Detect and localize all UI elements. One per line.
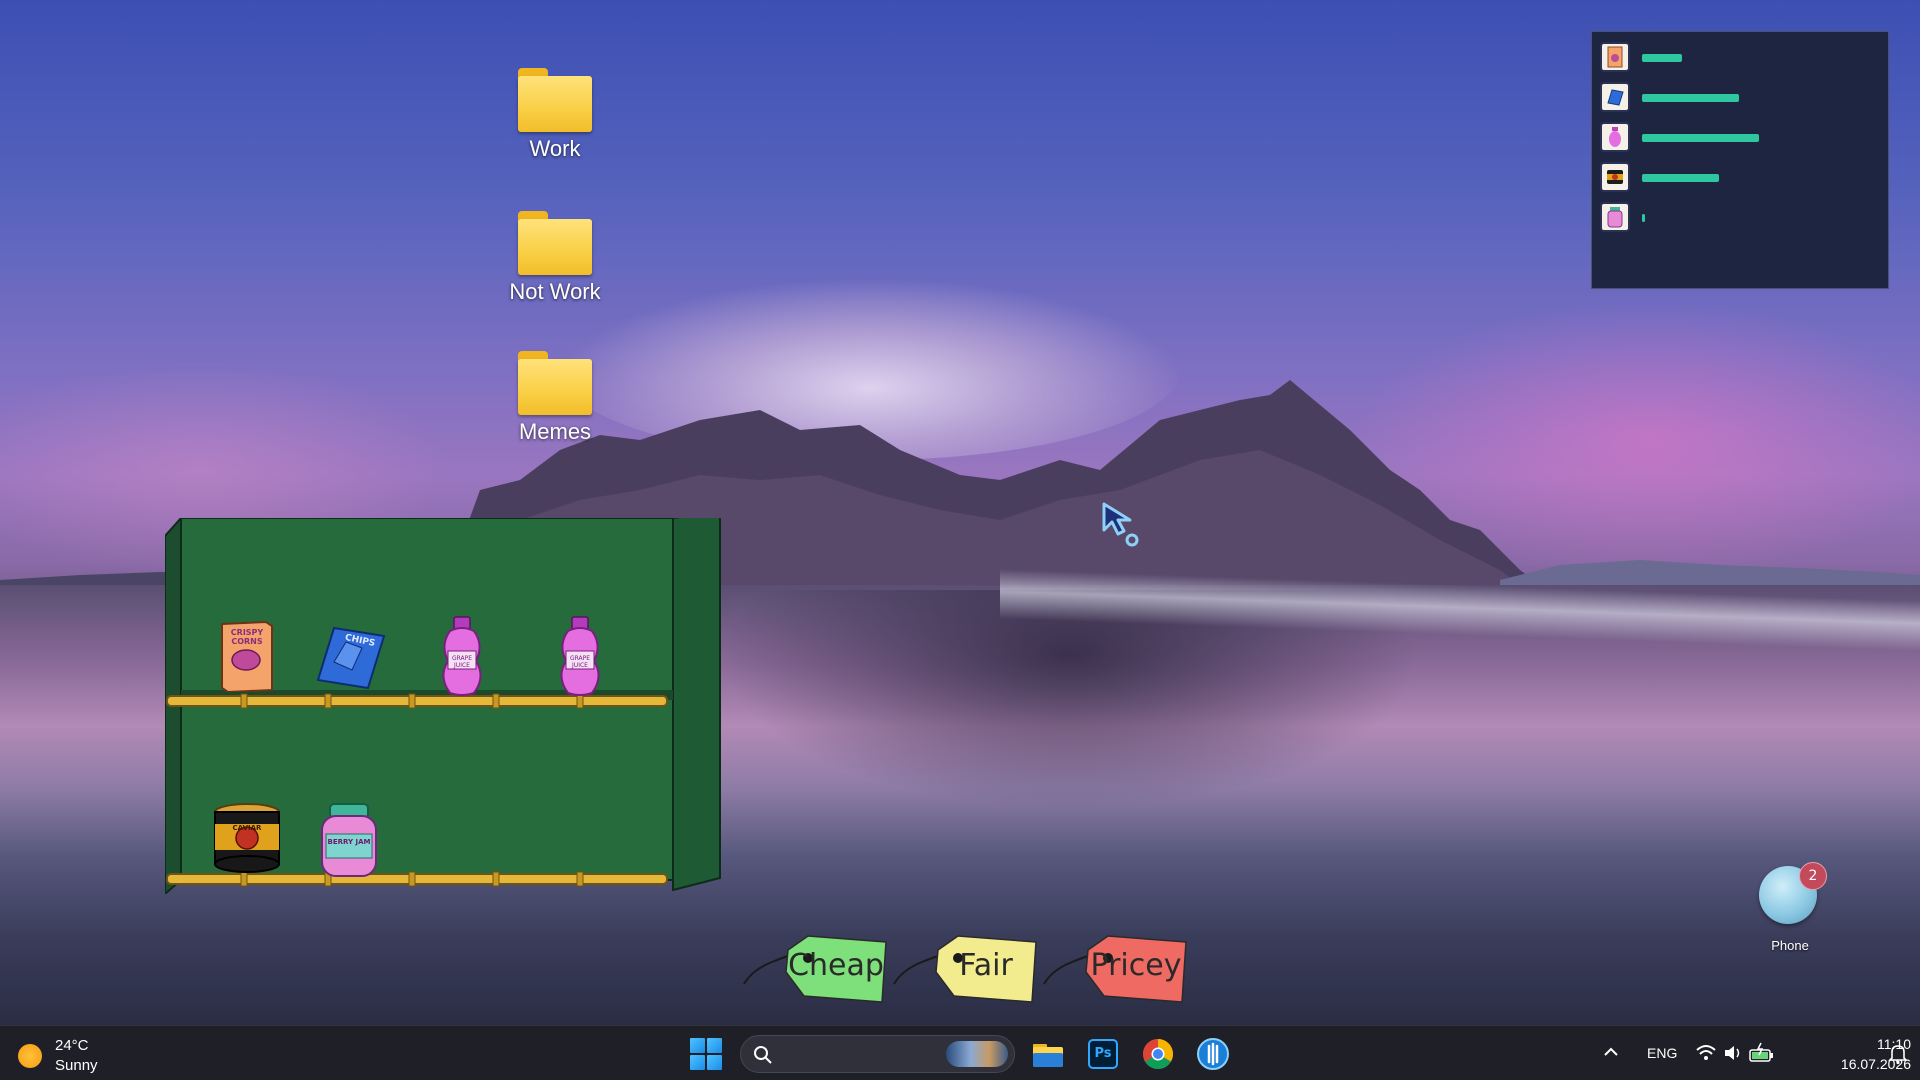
shelf-item-chips[interactable]: CHIPS (312, 622, 388, 692)
price-tag-pricey[interactable]: Pricey (1042, 930, 1192, 1010)
search-highlight-image (946, 1041, 1008, 1067)
product-label: GRAPE JUICE (451, 655, 473, 669)
app-icon[interactable] (1195, 1036, 1231, 1072)
search-box[interactable] (740, 1035, 1015, 1073)
shelf-item-cereal[interactable]: CRISPY CORNS (218, 620, 276, 694)
wifi-icon[interactable] (1695, 1043, 1717, 1063)
price-tag-fair[interactable]: Fair (892, 930, 1042, 1010)
canned-food-icon (1600, 162, 1630, 192)
desktop-icon-label: Work (529, 136, 581, 161)
language-indicator[interactable]: ENG (1647, 1045, 1677, 1061)
phone-button[interactable]: 2 Phone (1755, 862, 1827, 954)
stat-row-can (1600, 162, 1880, 196)
shelf-item-soda-2[interactable]: GRAPE JUICE (556, 615, 604, 697)
stock-bar (1642, 134, 1759, 142)
battery-icon[interactable] (1749, 1042, 1775, 1064)
desktop-folder-work[interactable]: Work (495, 68, 615, 162)
stock-level-panel (1591, 31, 1889, 289)
folder-icon (518, 68, 592, 132)
shelf-item-jam[interactable]: BERRY JAM (318, 802, 380, 880)
folder-icon (518, 351, 592, 415)
chips-bag-icon (316, 626, 386, 690)
stat-row-jam (1600, 202, 1880, 236)
product-label: BERRY JAM (327, 838, 371, 846)
stock-bar (1642, 214, 1645, 222)
chips-bag-icon (1600, 82, 1630, 112)
stock-bar (1642, 94, 1739, 102)
desktop-icon-label: Memes (518, 419, 592, 444)
notification-bell-icon[interactable] (1888, 1043, 1908, 1065)
desktop-icon-label: Not Work (509, 279, 601, 304)
desktop: Work Not Work Memes CRISPY CORNS CHIPS G… (0, 0, 1920, 1080)
price-tag-cheap[interactable]: Cheap (742, 930, 892, 1010)
stat-row-soda (1600, 122, 1880, 156)
soda-bottle-icon (1600, 122, 1630, 152)
sun-icon (18, 1044, 42, 1068)
chevron-up-icon[interactable] (1603, 1044, 1619, 1060)
cereal-box-icon (1600, 42, 1630, 72)
product-label: CRISPY CORNS (230, 628, 264, 646)
taskbar: 24°C Sunny Ps ENG 11:10 16.07.2026 (0, 1025, 1920, 1080)
product-label: GRAPE JUICE (569, 655, 591, 669)
phone-label: Phone (1771, 938, 1809, 953)
search-icon (754, 1046, 772, 1064)
stock-bar (1642, 54, 1682, 62)
hand-cursor-icon (1102, 502, 1139, 547)
system-tray: ENG 11:10 16.07.2026 (1595, 1026, 1920, 1080)
start-button[interactable] (690, 1038, 722, 1070)
weather-widget[interactable]: 24°C Sunny (18, 1036, 138, 1076)
shelf-item-can[interactable]: CAVIAR (212, 802, 282, 874)
stat-row-cereal (1600, 42, 1880, 76)
jam-jar-icon (1600, 202, 1630, 232)
stock-bar (1642, 174, 1719, 182)
product-label: CAVIAR (232, 824, 262, 832)
photoshop-icon[interactable]: Ps (1085, 1036, 1121, 1072)
weather-temperature: 24°C (55, 1037, 89, 1054)
chrome-icon[interactable] (1140, 1036, 1176, 1072)
canned-food-icon (214, 803, 280, 873)
shelf-item-soda-1[interactable]: GRAPE JUICE (438, 615, 486, 697)
volume-icon[interactable] (1723, 1044, 1743, 1062)
desktop-folder-not-work[interactable]: Not Work (495, 211, 615, 305)
price-tag-label: Cheap (788, 948, 884, 983)
price-tag-label: Fair (959, 948, 1013, 983)
notification-badge: 2 (1799, 862, 1827, 890)
photoshop-label: Ps (1088, 1039, 1118, 1069)
price-tag-label: Pricey (1090, 948, 1182, 983)
desktop-folder-memes[interactable]: Memes (495, 351, 615, 445)
stat-row-chips (1600, 82, 1880, 116)
weather-condition: Sunny (55, 1057, 98, 1074)
file-explorer-icon[interactable] (1030, 1036, 1066, 1072)
folder-icon (518, 211, 592, 275)
